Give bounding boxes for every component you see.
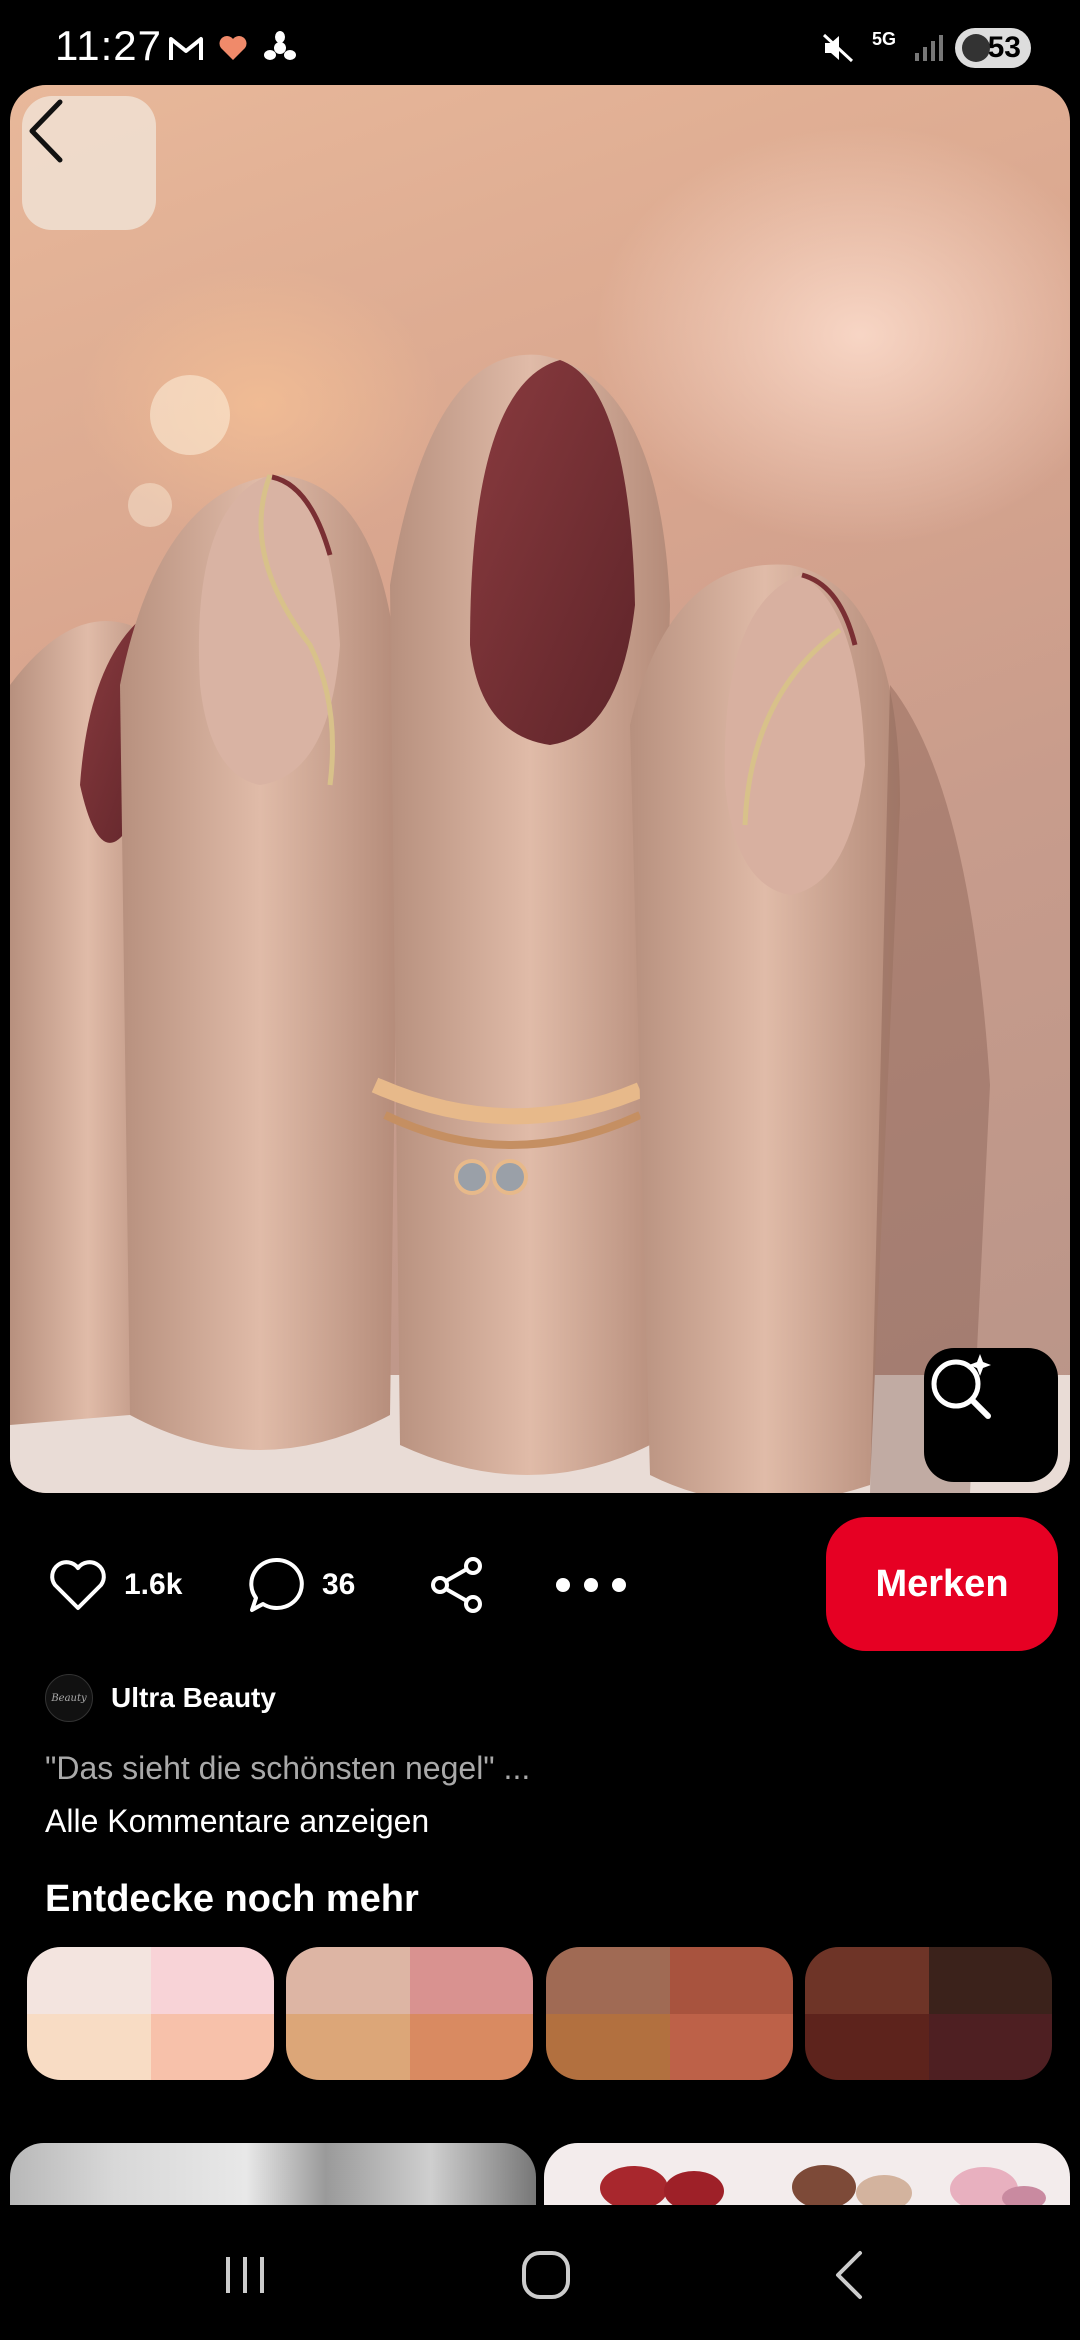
system-nav-bar	[0, 2205, 1080, 2340]
show-all-comments-link[interactable]: Alle Kommentare anzeigen	[45, 1803, 429, 1840]
palette-swatch	[669, 2013, 793, 2080]
status-time: 11:27	[55, 22, 162, 69]
back-button[interactable]	[22, 96, 156, 230]
palette-swatch	[805, 1947, 929, 2014]
palette-swatch	[286, 1947, 410, 2014]
network-label: 5G	[872, 29, 897, 49]
related-pin[interactable]	[10, 2143, 536, 2205]
gmail-icon	[165, 28, 207, 68]
comment-button[interactable]: 36	[248, 1555, 355, 1615]
status-bar: 11:27 5G 53	[0, 0, 1080, 90]
chevron-left-icon	[29, 99, 63, 163]
heart-icon	[215, 28, 251, 68]
palette-card[interactable]	[805, 1947, 1052, 2080]
comment-icon	[249, 1557, 304, 1612]
home-button[interactable]	[486, 2235, 606, 2315]
back-nav-button[interactable]	[790, 2235, 910, 2315]
mute-icon	[818, 28, 858, 68]
palette-swatch	[409, 1947, 533, 2014]
explore-heading: Entdecke noch mehr	[45, 1878, 419, 1920]
comment-preview[interactable]: "Das sieht die schönsten negel" ...	[45, 1750, 530, 1787]
nails-thumbnail	[600, 2165, 1046, 2205]
palette-swatch	[546, 2013, 670, 2080]
palette-swatch	[928, 1947, 1052, 2014]
like-count: 1.6k	[124, 1568, 183, 1601]
battery-saver-icon	[962, 34, 990, 62]
palette-list	[27, 1947, 1057, 2080]
palette-swatch	[150, 2013, 274, 2080]
recent-apps-button[interactable]	[185, 2235, 305, 2315]
fan-icon	[258, 28, 302, 68]
signal-icon	[910, 28, 946, 68]
share-button[interactable]	[428, 1555, 486, 1615]
palette-card[interactable]	[546, 1947, 793, 2080]
author-row[interactable]: Beauty Ultra Beauty	[45, 1672, 276, 1724]
share-icon	[431, 1557, 482, 1613]
battery-level: 53	[987, 31, 1021, 64]
lens-sparkle-icon	[931, 1354, 991, 1419]
more-icon	[556, 1578, 626, 1592]
palette-swatch	[546, 1947, 670, 2014]
heart-icon	[50, 1560, 106, 1610]
palette-swatch	[150, 1947, 274, 2014]
more-options-button[interactable]	[555, 1555, 627, 1615]
battery-icon: 53	[955, 28, 1031, 68]
pin-image[interactable]	[10, 85, 1070, 1493]
comment-count: 36	[322, 1568, 356, 1601]
save-button[interactable]: Merken	[826, 1517, 1058, 1651]
palette-swatch	[27, 1947, 151, 2014]
like-button[interactable]: 1.6k	[48, 1555, 182, 1615]
back-arrow-icon	[836, 2251, 862, 2299]
recent-apps-icon	[226, 2257, 264, 2293]
nail-photo	[10, 354, 1070, 1493]
palette-swatch	[669, 1947, 793, 2014]
palette-swatch	[805, 2013, 929, 2080]
palette-swatch	[409, 2013, 533, 2080]
visual-search-button[interactable]	[924, 1348, 1058, 1482]
palette-card[interactable]	[286, 1947, 533, 2080]
related-pin[interactable]	[544, 2143, 1070, 2205]
home-icon	[522, 2251, 570, 2299]
avatar: Beauty	[45, 1674, 93, 1722]
palette-swatch	[286, 2013, 410, 2080]
palette-swatch	[928, 2013, 1052, 2080]
palette-swatch	[27, 2013, 151, 2080]
author-name[interactable]: Ultra Beauty	[111, 1682, 276, 1714]
palette-card[interactable]	[27, 1947, 274, 2080]
